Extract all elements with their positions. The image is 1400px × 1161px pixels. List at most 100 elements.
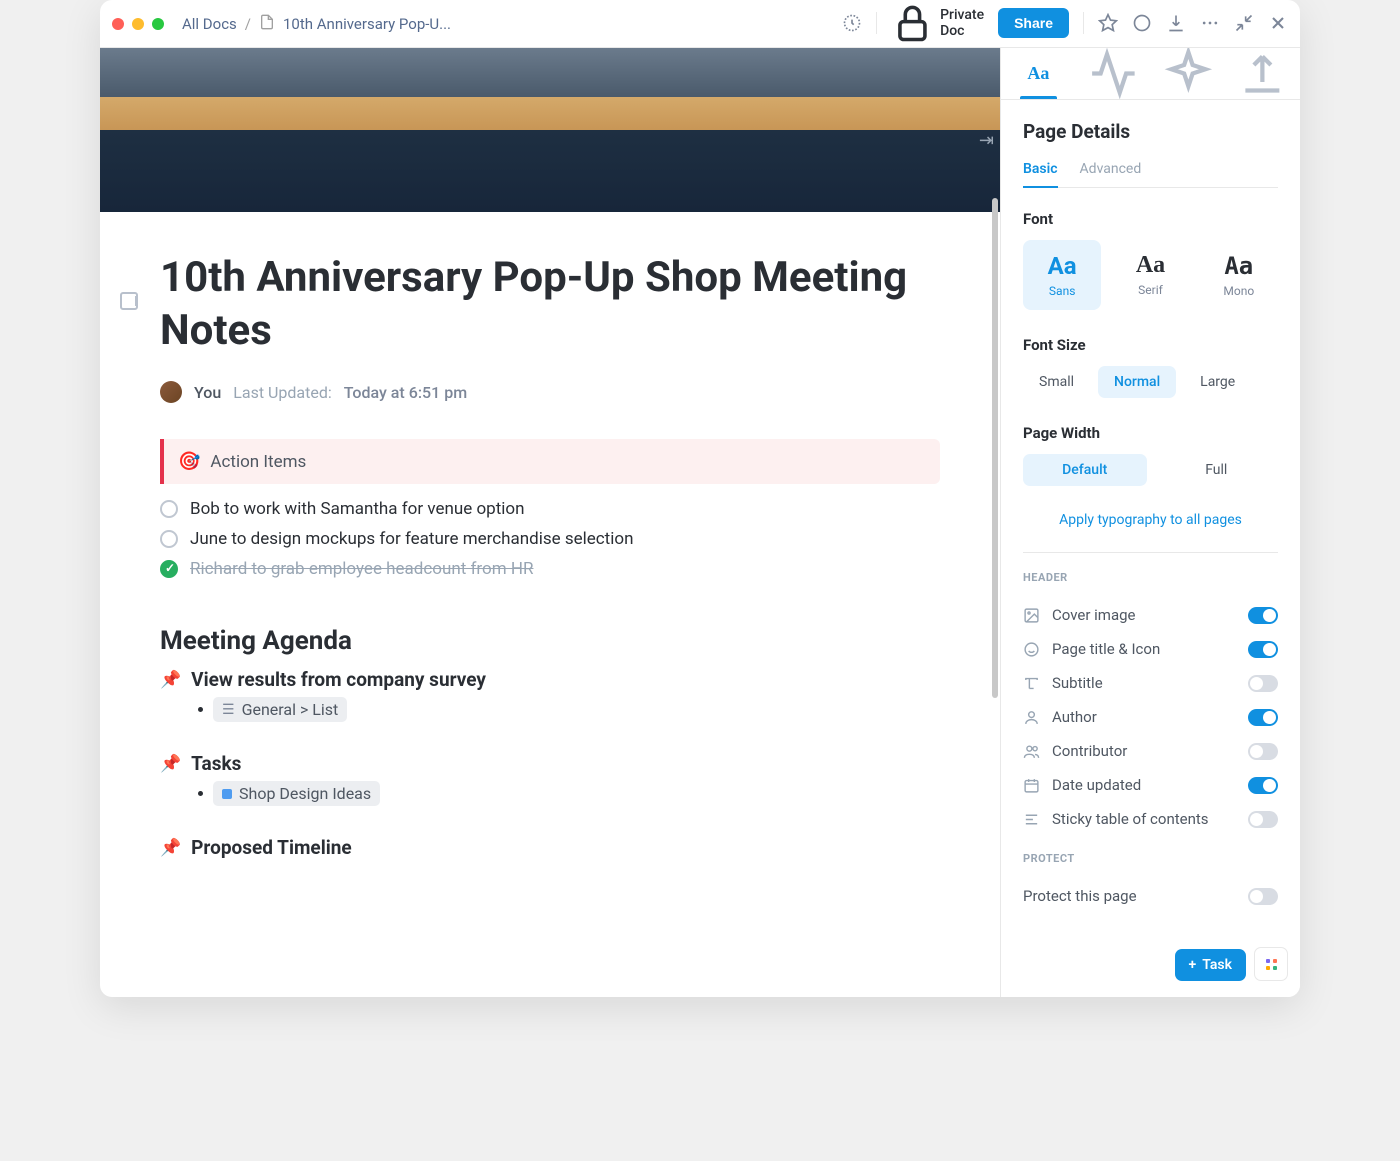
font-size-normal[interactable]: Normal <box>1098 366 1176 398</box>
bullet-icon <box>198 707 203 712</box>
author-name: You <box>194 383 221 402</box>
toggle-switch[interactable] <box>1248 675 1278 692</box>
pin-icon: 📌 <box>160 670 181 690</box>
updated-time: Today at 6:51 pm <box>344 383 467 402</box>
breadcrumb-current[interactable]: 10th Anniversary Pop-U... <box>283 15 451 33</box>
agenda-item[interactable]: 📌 Proposed Timeline <box>160 836 940 859</box>
toggle-switch[interactable] <box>1248 607 1278 624</box>
pin-icon: 📌 <box>160 838 181 858</box>
tab-basic[interactable]: Basic <box>1023 161 1058 187</box>
toggle-date-updated: Date updated <box>1023 768 1278 802</box>
toggle-page-title: Page title & Icon <box>1023 632 1278 666</box>
agenda-item[interactable]: 📌 Tasks <box>160 752 940 775</box>
document-icon <box>259 14 275 34</box>
toggle-label: Page title & Icon <box>1052 640 1160 658</box>
scrollbar[interactable] <box>992 198 998 698</box>
toggle-switch[interactable] <box>1248 709 1278 726</box>
page-title[interactable]: 10th Anniversary Pop-Up Shop Meeting Not… <box>160 252 940 357</box>
user-icon <box>1023 709 1040 726</box>
agenda-item-text: Tasks <box>191 752 241 775</box>
toggle-label: Contributor <box>1052 742 1127 760</box>
agenda-heading[interactable]: Meeting Agenda <box>160 626 940 656</box>
detail-tabs: Basic Advanced <box>1023 161 1278 188</box>
text-icon <box>1023 675 1040 692</box>
new-task-label: Task <box>1202 957 1232 973</box>
page-width-default[interactable]: Default <box>1023 454 1147 486</box>
action-item-text: June to design mockups for feature merch… <box>190 529 633 549</box>
share-button[interactable]: Share <box>998 8 1069 38</box>
toc-widget-icon[interactable] <box>120 292 138 310</box>
font-section-label: Font <box>1023 210 1278 228</box>
privacy-indicator[interactable]: Private Doc <box>891 2 984 45</box>
tab-activity[interactable] <box>1076 48 1151 99</box>
star-icon[interactable] <box>1098 13 1118 33</box>
toggle-switch[interactable] <box>1248 743 1278 760</box>
status-square-icon <box>222 789 232 799</box>
action-item-text: Richard to grab employee headcount from … <box>190 559 533 579</box>
tab-typography[interactable]: Aa <box>1001 48 1076 99</box>
tab-export[interactable] <box>1225 48 1300 99</box>
panel-tabs: Aa <box>1001 48 1300 100</box>
page-width-full[interactable]: Full <box>1155 454 1279 486</box>
toggle-label: Date updated <box>1052 776 1141 794</box>
panel-heading: Page Details <box>1023 120 1278 143</box>
collapse-icon[interactable] <box>1234 13 1254 33</box>
maximize-window-icon[interactable] <box>152 18 164 30</box>
page-width-section-label: Page Width <box>1023 424 1278 442</box>
font-sans[interactable]: AaSans <box>1023 240 1101 310</box>
action-item[interactable]: Richard to grab employee headcount from … <box>160 554 940 584</box>
checkbox-checked-icon[interactable] <box>160 560 178 578</box>
byline: You Last Updated: Today at 6:51 pm <box>160 381 940 403</box>
toggle-cover-image: Cover image <box>1023 598 1278 632</box>
close-window-icon[interactable] <box>112 18 124 30</box>
page-width-options: Default Full <box>1023 454 1278 486</box>
font-serif[interactable]: AaSerif <box>1111 240 1189 310</box>
users-icon <box>1023 743 1040 760</box>
tab-ai[interactable] <box>1151 48 1226 99</box>
font-size-options: Small Normal Large <box>1023 366 1278 398</box>
breadcrumb-root[interactable]: All Docs <box>182 15 237 33</box>
list-icon: ☰ <box>222 702 235 718</box>
agenda-item[interactable]: 📌 View results from company survey <box>160 668 940 691</box>
chip-label: General > List <box>242 700 339 719</box>
agenda-sub-item: Shop Design Ideas <box>198 781 940 806</box>
apps-button[interactable] <box>1254 947 1288 981</box>
comment-icon[interactable] <box>1132 13 1152 33</box>
close-icon[interactable] <box>1268 13 1288 33</box>
avatar[interactable] <box>160 381 182 403</box>
checkbox-icon[interactable] <box>160 530 178 548</box>
font-options: AaSans AaSerif AaMono <box>1023 240 1278 310</box>
chip-label: Shop Design Ideas <box>239 784 371 803</box>
action-item[interactable]: Bob to work with Samantha for venue opti… <box>160 494 940 524</box>
toc-icon <box>1023 811 1040 828</box>
action-item-text: Bob to work with Samantha for venue opti… <box>190 499 524 519</box>
toggle-switch[interactable] <box>1248 888 1278 905</box>
more-icon[interactable] <box>1200 13 1220 33</box>
window-controls <box>112 18 164 30</box>
font-size-large[interactable]: Large <box>1184 366 1251 398</box>
toggle-author: Author <box>1023 700 1278 734</box>
tab-advanced[interactable]: Advanced <box>1080 161 1142 187</box>
cover-image[interactable]: ⇥ <box>100 48 1000 212</box>
task-chip[interactable]: Shop Design Ideas <box>213 781 380 806</box>
breadcrumb: All Docs / 10th Anniversary Pop-U... <box>182 14 834 34</box>
toggle-switch[interactable] <box>1248 811 1278 828</box>
action-item[interactable]: June to design mockups for feature merch… <box>160 524 940 554</box>
download-icon[interactable] <box>1166 13 1186 33</box>
minimize-window-icon[interactable] <box>132 18 144 30</box>
target-icon: 🎯 <box>178 451 200 472</box>
toggle-switch[interactable] <box>1248 641 1278 658</box>
new-task-button[interactable]: + Task <box>1175 949 1246 981</box>
emoji-icon <box>1023 641 1040 658</box>
font-size-small[interactable]: Small <box>1023 366 1090 398</box>
font-mono[interactable]: AaMono <box>1200 240 1278 310</box>
action-items-label: Action Items <box>210 452 306 472</box>
panel-resize-icon[interactable]: ⇥ <box>979 130 994 151</box>
toggle-switch[interactable] <box>1248 777 1278 794</box>
view-chip[interactable]: ☰ General > List <box>213 697 347 722</box>
bullet-icon <box>198 791 203 796</box>
titlebar: All Docs / 10th Anniversary Pop-U... Pri… <box>100 0 1300 48</box>
apply-typography-link[interactable]: Apply typography to all pages <box>1023 512 1278 528</box>
history-icon[interactable] <box>842 13 862 33</box>
checkbox-icon[interactable] <box>160 500 178 518</box>
